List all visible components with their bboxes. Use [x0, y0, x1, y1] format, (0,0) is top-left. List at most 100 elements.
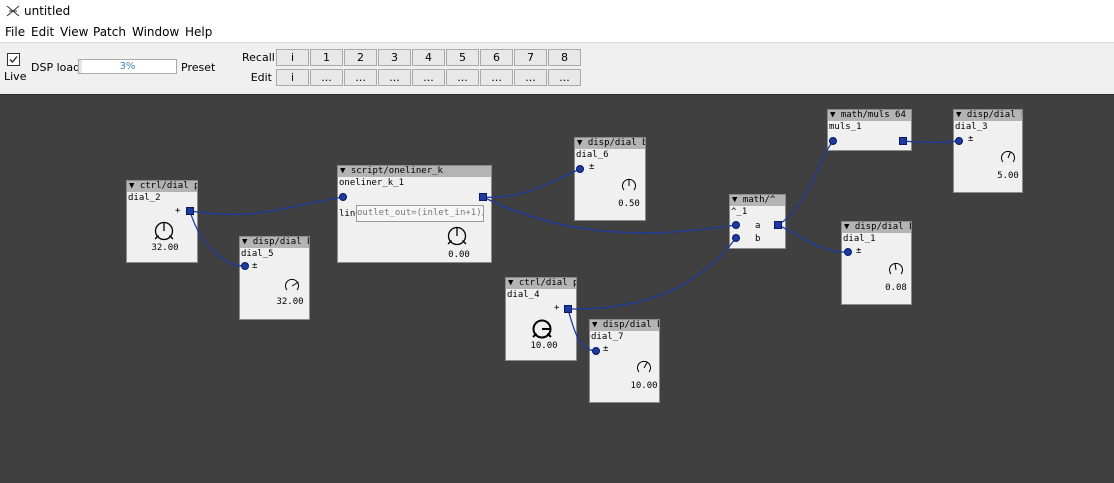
dial4-outlet[interactable]: [564, 305, 572, 313]
pow-outlet[interactable]: [774, 221, 782, 229]
disp-dial-7[interactable]: ▼ disp/dial b dial_7 ± 10.00: [589, 319, 660, 403]
inlet-a-label: a: [755, 221, 761, 231]
wire-pow-to-dial1: [777, 224, 849, 253]
line-expression-field[interactable]: outlet_out=(inlet_in+1)/64: [356, 205, 484, 222]
dial-value: 0.50: [618, 199, 640, 209]
object-header[interactable]: ▼ ctrl/dial p: [127, 181, 197, 192]
dial7-inlet[interactable]: [592, 347, 600, 355]
ctrl-dial-4[interactable]: ▼ ctrl/dial p dial_4 + 10.00: [505, 277, 577, 361]
pow-inlet-b[interactable]: [732, 234, 740, 242]
edit-preset-button-2[interactable]: ...: [344, 69, 377, 86]
recall-preset-button-6[interactable]: 6: [480, 49, 513, 66]
instance-name[interactable]: dial_1: [842, 233, 911, 245]
title-bar: untitled: [0, 0, 1114, 22]
dial-display: [889, 262, 903, 275]
recall-preset-button-i[interactable]: i: [276, 49, 309, 66]
edit-preset-button-4[interactable]: ...: [412, 69, 445, 86]
object-type: disp/dial b: [966, 110, 1022, 120]
edit-preset-button-8[interactable]: ...: [548, 69, 581, 86]
dial-value: 0.00: [448, 250, 470, 260]
inlet-b-label: b: [755, 234, 761, 244]
menu-patch[interactable]: Patch: [93, 25, 126, 39]
menu-window[interactable]: Window: [132, 25, 179, 39]
dial-display: [637, 360, 651, 373]
dial1-inlet[interactable]: [844, 248, 852, 256]
recall-preset-button-5[interactable]: 5: [446, 49, 479, 66]
oneliner-outlet[interactable]: [479, 193, 487, 201]
menu-view[interactable]: View: [60, 25, 88, 39]
recall-preset-button-8[interactable]: 8: [548, 49, 581, 66]
instance-name[interactable]: oneliner_k_1: [338, 177, 491, 189]
instance-name[interactable]: dial_6: [575, 149, 645, 161]
edit-preset-button-i[interactable]: i: [276, 69, 309, 86]
object-header[interactable]: ▼ disp/dial b: [575, 138, 645, 149]
dial-knob[interactable]: [446, 225, 468, 247]
recall-preset-button-4[interactable]: 4: [412, 49, 445, 66]
dsp-load-meter: 3%: [78, 59, 177, 74]
muls-outlet[interactable]: [899, 137, 907, 145]
object-header[interactable]: ▼ math/muls 64: [828, 110, 911, 121]
dial3-inlet[interactable]: [955, 137, 963, 145]
pow-inlet-a[interactable]: [732, 221, 740, 229]
dial-knob[interactable]: [531, 318, 553, 340]
inlet-label: ±: [589, 162, 595, 172]
object-header[interactable]: ▼ disp/dial b: [842, 222, 911, 233]
menu-help[interactable]: Help: [185, 25, 212, 39]
object-type: disp/dial b: [602, 320, 659, 330]
oneliner-inlet[interactable]: [339, 193, 347, 201]
dial-value: 10.00: [630, 381, 658, 391]
wire-oneliner-to-dial6: [482, 168, 581, 199]
object-type: disp/dial b: [252, 237, 309, 247]
instance-name[interactable]: dial_4: [506, 289, 576, 301]
instance-name[interactable]: muls_1: [828, 121, 911, 133]
inlet-label: ±: [603, 344, 609, 354]
dial6-inlet[interactable]: [576, 165, 584, 173]
disp-dial-5[interactable]: ▼ disp/dial b dial_5 ± 32.00: [239, 236, 310, 320]
recall-preset-button-7[interactable]: 7: [514, 49, 547, 66]
edit-preset-button-7[interactable]: ...: [514, 69, 547, 86]
object-header[interactable]: ▼ disp/dial b: [240, 237, 309, 248]
dial-value: 10.00: [530, 341, 558, 351]
object-header[interactable]: ▼ disp/dial b: [590, 320, 659, 331]
recall-preset-button-1[interactable]: 1: [310, 49, 343, 66]
object-type: math/muls 64: [840, 110, 906, 120]
patch-canvas[interactable]: ▼ ctrl/dial p dial_2 + 32.00 ▼ disp/dial…: [0, 94, 1114, 483]
ctrl-dial-2[interactable]: ▼ ctrl/dial p dial_2 + 32.00: [126, 180, 198, 263]
menu-bar: File Edit View Patch Window Help: [0, 22, 1114, 43]
wire-pow-to-muls: [777, 140, 834, 226]
edit-preset-button-6[interactable]: ...: [480, 69, 513, 86]
live-checkbox[interactable]: [7, 53, 20, 66]
instance-name[interactable]: dial_2: [127, 192, 197, 204]
instance-name[interactable]: dial_7: [590, 331, 659, 343]
object-header[interactable]: ▼ script/oneliner_k: [338, 166, 491, 177]
script-oneliner-k[interactable]: ▼ script/oneliner_k oneliner_k_1 line ou…: [337, 165, 492, 263]
object-header[interactable]: ▼ ctrl/dial p: [506, 278, 576, 289]
dial-display: [622, 178, 636, 191]
instance-name[interactable]: dial_3: [954, 121, 1022, 133]
instance-name[interactable]: ^_1: [730, 206, 785, 218]
recall-preset-button-3[interactable]: 3: [378, 49, 411, 66]
disp-dial-1[interactable]: ▼ disp/dial b dial_1 ± 0.08: [841, 221, 912, 305]
muls-inlet[interactable]: [829, 137, 837, 145]
recall-preset-button-2[interactable]: 2: [344, 49, 377, 66]
edit-preset-button-3[interactable]: ...: [378, 69, 411, 86]
inlet-label: ±: [252, 261, 258, 271]
edit-preset-button-5[interactable]: ...: [446, 69, 479, 86]
object-header[interactable]: ▼ math/^: [730, 195, 785, 206]
outlet-label: +: [554, 303, 560, 313]
edit-preset-button-1[interactable]: ...: [310, 69, 343, 86]
dial-knob[interactable]: [153, 220, 175, 242]
object-header[interactable]: ▼ disp/dial b: [954, 110, 1022, 121]
object-type: script/oneliner_k: [350, 166, 443, 176]
disp-dial-6[interactable]: ▼ disp/dial b dial_6 ± 0.50: [574, 137, 646, 221]
menu-edit[interactable]: Edit: [31, 25, 54, 39]
dial-value: 5.00: [997, 171, 1019, 181]
disp-dial-3[interactable]: ▼ disp/dial b dial_3 ± 5.00: [953, 109, 1023, 193]
outlet-label: +: [175, 206, 181, 216]
menu-file[interactable]: File: [5, 25, 25, 39]
wire-dial2-to-dial5: [189, 210, 246, 267]
dial5-inlet[interactable]: [241, 262, 249, 270]
instance-name[interactable]: dial_5: [240, 248, 309, 260]
dial-display: [1001, 150, 1015, 163]
dial2-outlet[interactable]: [186, 207, 194, 215]
